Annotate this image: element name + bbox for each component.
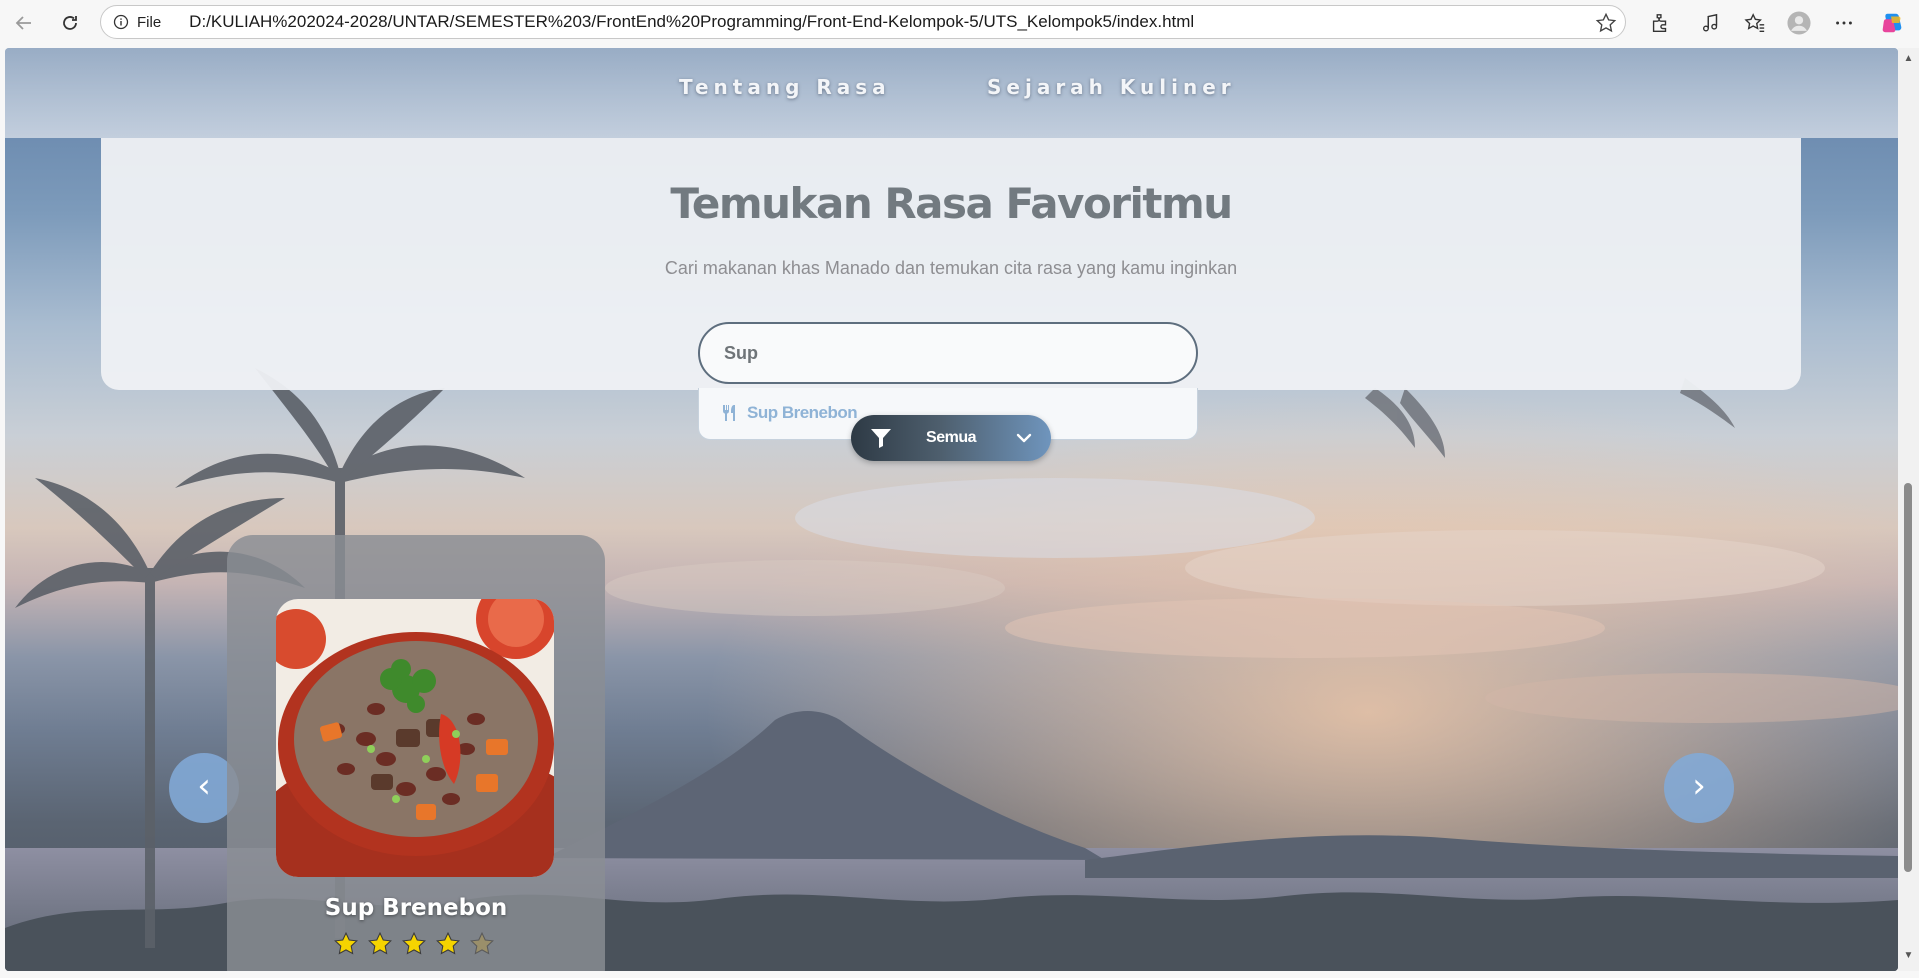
carousel-next-button[interactable]: › bbox=[1664, 753, 1734, 823]
star-filled-icon bbox=[368, 931, 392, 955]
food-card[interactable]: Sup Brenebon bbox=[227, 535, 605, 971]
search-title: Temukan Rasa Favoritmu bbox=[670, 179, 1233, 228]
search-input[interactable] bbox=[698, 322, 1198, 384]
more-options-icon[interactable] bbox=[1832, 11, 1856, 35]
extensions-icon[interactable] bbox=[1648, 11, 1672, 35]
back-button[interactable] bbox=[10, 9, 38, 37]
suggestion-item[interactable]: Sup Brenebon bbox=[721, 403, 858, 423]
scroll-up-icon[interactable]: ▲ bbox=[1903, 54, 1914, 64]
reload-icon bbox=[63, 16, 77, 30]
suggestion-label: Sup Brenebon bbox=[747, 403, 858, 422]
food-card-title: Sup Brenebon bbox=[324, 895, 508, 921]
copilot-icon[interactable] bbox=[1880, 11, 1904, 35]
nav-link-tentang-rasa[interactable]: Tentang Rasa bbox=[679, 75, 891, 99]
scrollbar-thumb[interactable] bbox=[1904, 483, 1912, 872]
star-empty-icon bbox=[470, 931, 494, 955]
favorites-icon[interactable] bbox=[1743, 11, 1767, 35]
profile-avatar-icon[interactable] bbox=[1787, 11, 1811, 35]
url-text[interactable]: D:/KULIAH%202024-2028/UNTAR/SEMESTER%203… bbox=[189, 12, 1194, 32]
soup-bowl-image bbox=[276, 599, 554, 877]
search-subtitle: Cari makanan khas Manado dan temukan cit… bbox=[664, 258, 1238, 278]
page-viewport: Tentang Rasa Sejarah Kuliner Temukan Ras… bbox=[5, 48, 1898, 971]
filter-icon bbox=[871, 429, 891, 448]
fork-knife-icon bbox=[723, 405, 735, 421]
nav-link-sejarah-kuliner[interactable]: Sejarah Kuliner bbox=[987, 75, 1236, 99]
back-arrow-icon bbox=[15, 16, 31, 30]
food-photo bbox=[276, 599, 554, 877]
top-navigation: Tentang Rasa Sejarah Kuliner bbox=[5, 48, 1898, 138]
address-bar[interactable]: File D:/KULIAH%202024-2028/UNTAR/SEMESTE… bbox=[100, 5, 1626, 39]
reload-button[interactable] bbox=[56, 9, 84, 37]
browser-toolbar: File D:/KULIAH%202024-2028/UNTAR/SEMESTE… bbox=[0, 0, 1919, 46]
scroll-down-icon[interactable]: ▼ bbox=[1903, 951, 1914, 961]
search-section: Temukan Rasa Favoritmu Cari makanan khas… bbox=[101, 138, 1801, 440]
filter-selected-value: Semua bbox=[926, 429, 976, 446]
chevron-down-icon bbox=[1016, 433, 1032, 443]
file-scheme-label: File bbox=[137, 13, 162, 31]
star-filled-icon bbox=[436, 931, 460, 955]
star-filled-icon bbox=[334, 931, 358, 955]
page-scrollbar[interactable]: ▲ ▼ bbox=[1898, 48, 1919, 971]
read-aloud-icon[interactable] bbox=[1699, 11, 1723, 35]
star-filled-icon bbox=[402, 931, 426, 955]
favorite-star-icon[interactable] bbox=[1595, 12, 1617, 34]
rating-stars bbox=[333, 931, 495, 957]
info-icon[interactable] bbox=[111, 12, 131, 32]
category-filter-dropdown[interactable]: Semua bbox=[851, 415, 1051, 461]
